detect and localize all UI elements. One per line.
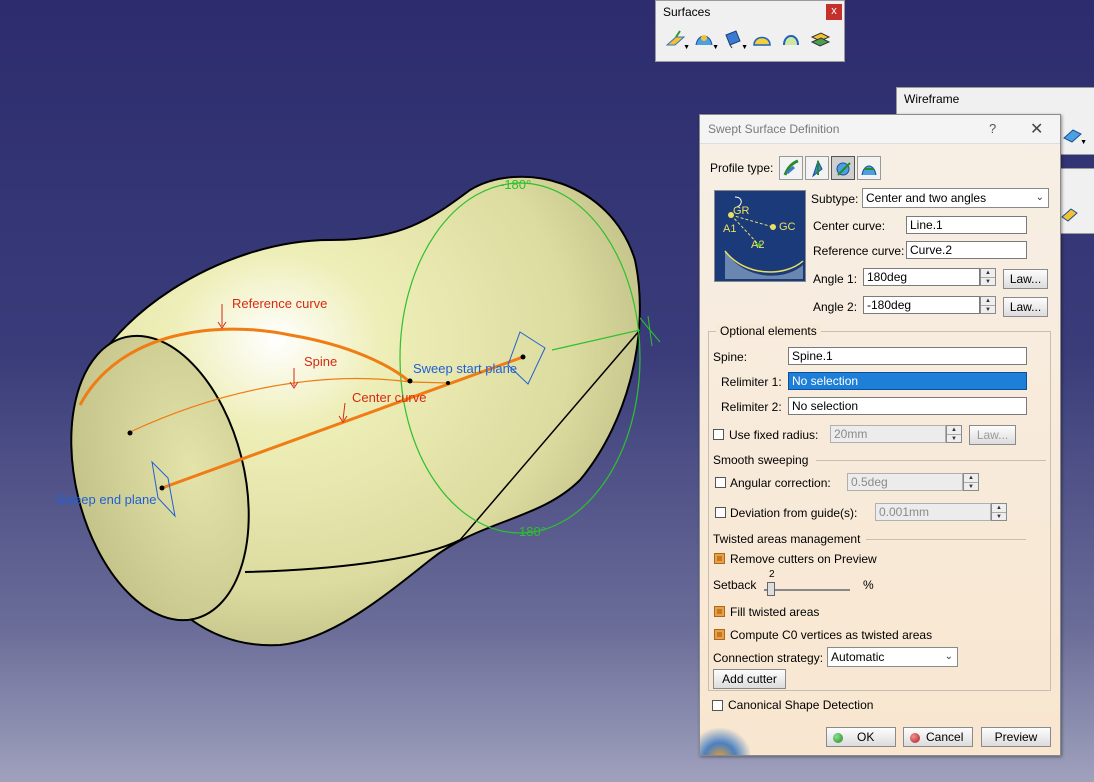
wireframe-tool-icon[interactable]: ▼ xyxy=(1059,122,1087,146)
multi-section-surface-icon[interactable] xyxy=(778,27,804,51)
center-curve-label: Center curve: xyxy=(813,219,886,233)
use-fixed-radius-label: Use fixed radius: xyxy=(729,428,819,442)
setback-unit: % xyxy=(863,578,874,592)
add-cutter-button[interactable]: Add cutter xyxy=(713,669,786,689)
smooth-sweeping-separator xyxy=(816,460,1046,461)
fixed-radius-law-button[interactable]: Law... xyxy=(969,425,1016,445)
extrude-surface-icon[interactable]: ▼ xyxy=(662,27,690,51)
subtype-label: Subtype: xyxy=(811,192,859,206)
center-curve-field[interactable]: Line.1 xyxy=(906,216,1027,234)
fill-twisted-label: Fill twisted areas xyxy=(730,605,820,619)
surfaces-toolbar[interactable]: Surfaces x ▼ ▼ ▼ xyxy=(655,0,845,62)
angle1-label: Angle 1: xyxy=(813,272,858,286)
reference-curve-label: Reference curve xyxy=(232,296,328,311)
sweep-start-plane-label: Sweep start plane xyxy=(413,361,518,376)
relimiter1-label: Relimiter 1: xyxy=(721,375,782,389)
diagram-gc-label: GC xyxy=(779,221,796,233)
connection-strategy-value: Automatic xyxy=(831,650,885,664)
angle2-label: Angle 2: xyxy=(813,300,858,314)
angle2-field[interactable]: -180deg xyxy=(863,296,980,314)
fill-twisted-checkbox[interactable] xyxy=(714,606,725,617)
angle2-spinner[interactable]: ▲ ▼ xyxy=(980,296,996,314)
twisted-areas-label: Twisted areas management xyxy=(713,532,861,546)
connection-strategy-select[interactable]: Automatic ⌄ xyxy=(827,647,958,667)
deviation-field[interactable]: 0.001mm xyxy=(875,503,991,521)
relimiter2-field[interactable]: No selection xyxy=(788,397,1027,415)
deviation-spinner[interactable]: ▲ ▼ xyxy=(991,503,1007,521)
chevron-down-icon: ⌄ xyxy=(1035,192,1044,203)
angular-correction-label: Angular correction: xyxy=(730,476,831,490)
angle1-field[interactable]: 180deg xyxy=(863,268,980,286)
canonical-checkbox[interactable] xyxy=(712,700,723,711)
chevron-down-icon: ⌄ xyxy=(944,651,953,662)
remove-cutters-checkbox[interactable] xyxy=(714,553,725,564)
preview-button[interactable]: Preview xyxy=(981,727,1051,747)
compute-c0-checkbox[interactable] xyxy=(714,629,725,640)
angle-bottom-label: 180° xyxy=(519,524,546,539)
setback-slider-track[interactable] xyxy=(764,589,850,591)
spine-field[interactable]: Spine.1 xyxy=(788,347,1027,365)
canonical-label: Canonical Shape Detection xyxy=(728,698,874,712)
subtype-value: Center and two angles xyxy=(866,191,987,205)
ok-button-label: OK xyxy=(857,730,875,744)
blend-surface-icon[interactable] xyxy=(807,27,833,51)
twisted-areas-separator xyxy=(866,539,1026,540)
help-button[interactable]: ? xyxy=(989,121,996,136)
angular-correction-spinner[interactable]: ▲ ▼ xyxy=(963,473,979,491)
reference-curve-field[interactable]: Curve.2 xyxy=(906,241,1027,259)
spine-label: Spine: xyxy=(713,350,748,364)
decorative-corner-icon xyxy=(700,715,750,755)
sweep-end-plane-label: Sweep end plane xyxy=(56,492,157,507)
cancel-button[interactable]: Cancel xyxy=(903,727,973,747)
surfaces-toolbar-title: Surfaces xyxy=(663,5,711,19)
profile-circle-icon[interactable] xyxy=(831,156,855,180)
center-curve-label: Center curve xyxy=(352,390,427,405)
diagram-a1-label: A1 xyxy=(723,223,737,235)
cancel-button-label: Cancel xyxy=(926,730,964,744)
angular-correction-checkbox[interactable] xyxy=(715,477,726,488)
remove-cutters-label: Remove cutters on Preview xyxy=(730,552,877,566)
cancel-icon xyxy=(910,732,920,743)
wireframe-toolbar-title: Wireframe xyxy=(904,92,960,106)
profile-line-icon[interactable] xyxy=(805,156,829,180)
setback-label: Setback xyxy=(713,578,757,592)
spine-label: Spine xyxy=(304,354,338,369)
relimiter2-label: Relimiter 2: xyxy=(721,400,782,414)
sweep-surface-icon[interactable]: ▼ xyxy=(691,27,719,51)
fill-surface-icon[interactable] xyxy=(749,27,775,51)
ok-icon xyxy=(833,732,843,743)
use-fixed-radius-checkbox[interactable] xyxy=(713,429,724,440)
reference-curve-label: Reference curve: xyxy=(813,244,905,258)
deviation-checkbox[interactable] xyxy=(715,507,726,518)
profile-type-label: Profile type: xyxy=(710,161,774,175)
smooth-sweeping-label: Smooth sweeping xyxy=(713,453,809,467)
optional-elements-label: Optional elements xyxy=(716,324,821,338)
angle2-law-button[interactable]: Law... xyxy=(1003,297,1048,317)
dialog-title: Swept Surface Definition xyxy=(708,122,840,136)
swept-surface-dialog: Swept Surface Definition ? ✕ Profile typ… xyxy=(699,114,1061,756)
connection-strategy-label: Connection strategy: xyxy=(713,651,824,665)
subtype-select[interactable]: Center and two angles ⌄ xyxy=(862,188,1049,208)
angle1-law-button[interactable]: Law... xyxy=(1003,269,1048,289)
offset-surface-icon[interactable]: ▼ xyxy=(720,27,748,51)
diagram-a2-label: A2 xyxy=(751,239,765,251)
setback-value: 2 xyxy=(769,569,775,580)
profile-explicit-icon[interactable] xyxy=(779,156,803,180)
close-button[interactable]: ✕ xyxy=(1030,119,1043,139)
deviation-label: Deviation from guide(s): xyxy=(730,506,858,520)
dialog-titlebar[interactable]: Swept Surface Definition ? ✕ xyxy=(700,115,1060,144)
surfaces-toolbar-close-button[interactable]: x xyxy=(826,4,842,20)
angular-correction-field[interactable]: 0.5deg xyxy=(847,473,963,491)
setback-slider-thumb[interactable] xyxy=(767,582,775,596)
ok-button[interactable]: OK xyxy=(826,727,896,747)
diagram-gr-label: GR xyxy=(733,205,750,217)
relimiter1-field[interactable]: No selection xyxy=(788,372,1027,390)
compute-c0-label: Compute C0 vertices as twisted areas xyxy=(730,628,933,642)
fixed-radius-spinner[interactable]: ▲ ▼ xyxy=(946,425,962,443)
fixed-radius-field[interactable]: 20mm xyxy=(830,425,946,443)
angle-top-label: -180° xyxy=(500,177,532,192)
subtype-diagram: GR GC A1 A2 xyxy=(714,190,806,282)
angle1-spinner[interactable]: ▲ ▼ xyxy=(980,268,996,286)
profile-conic-icon[interactable] xyxy=(857,156,881,180)
